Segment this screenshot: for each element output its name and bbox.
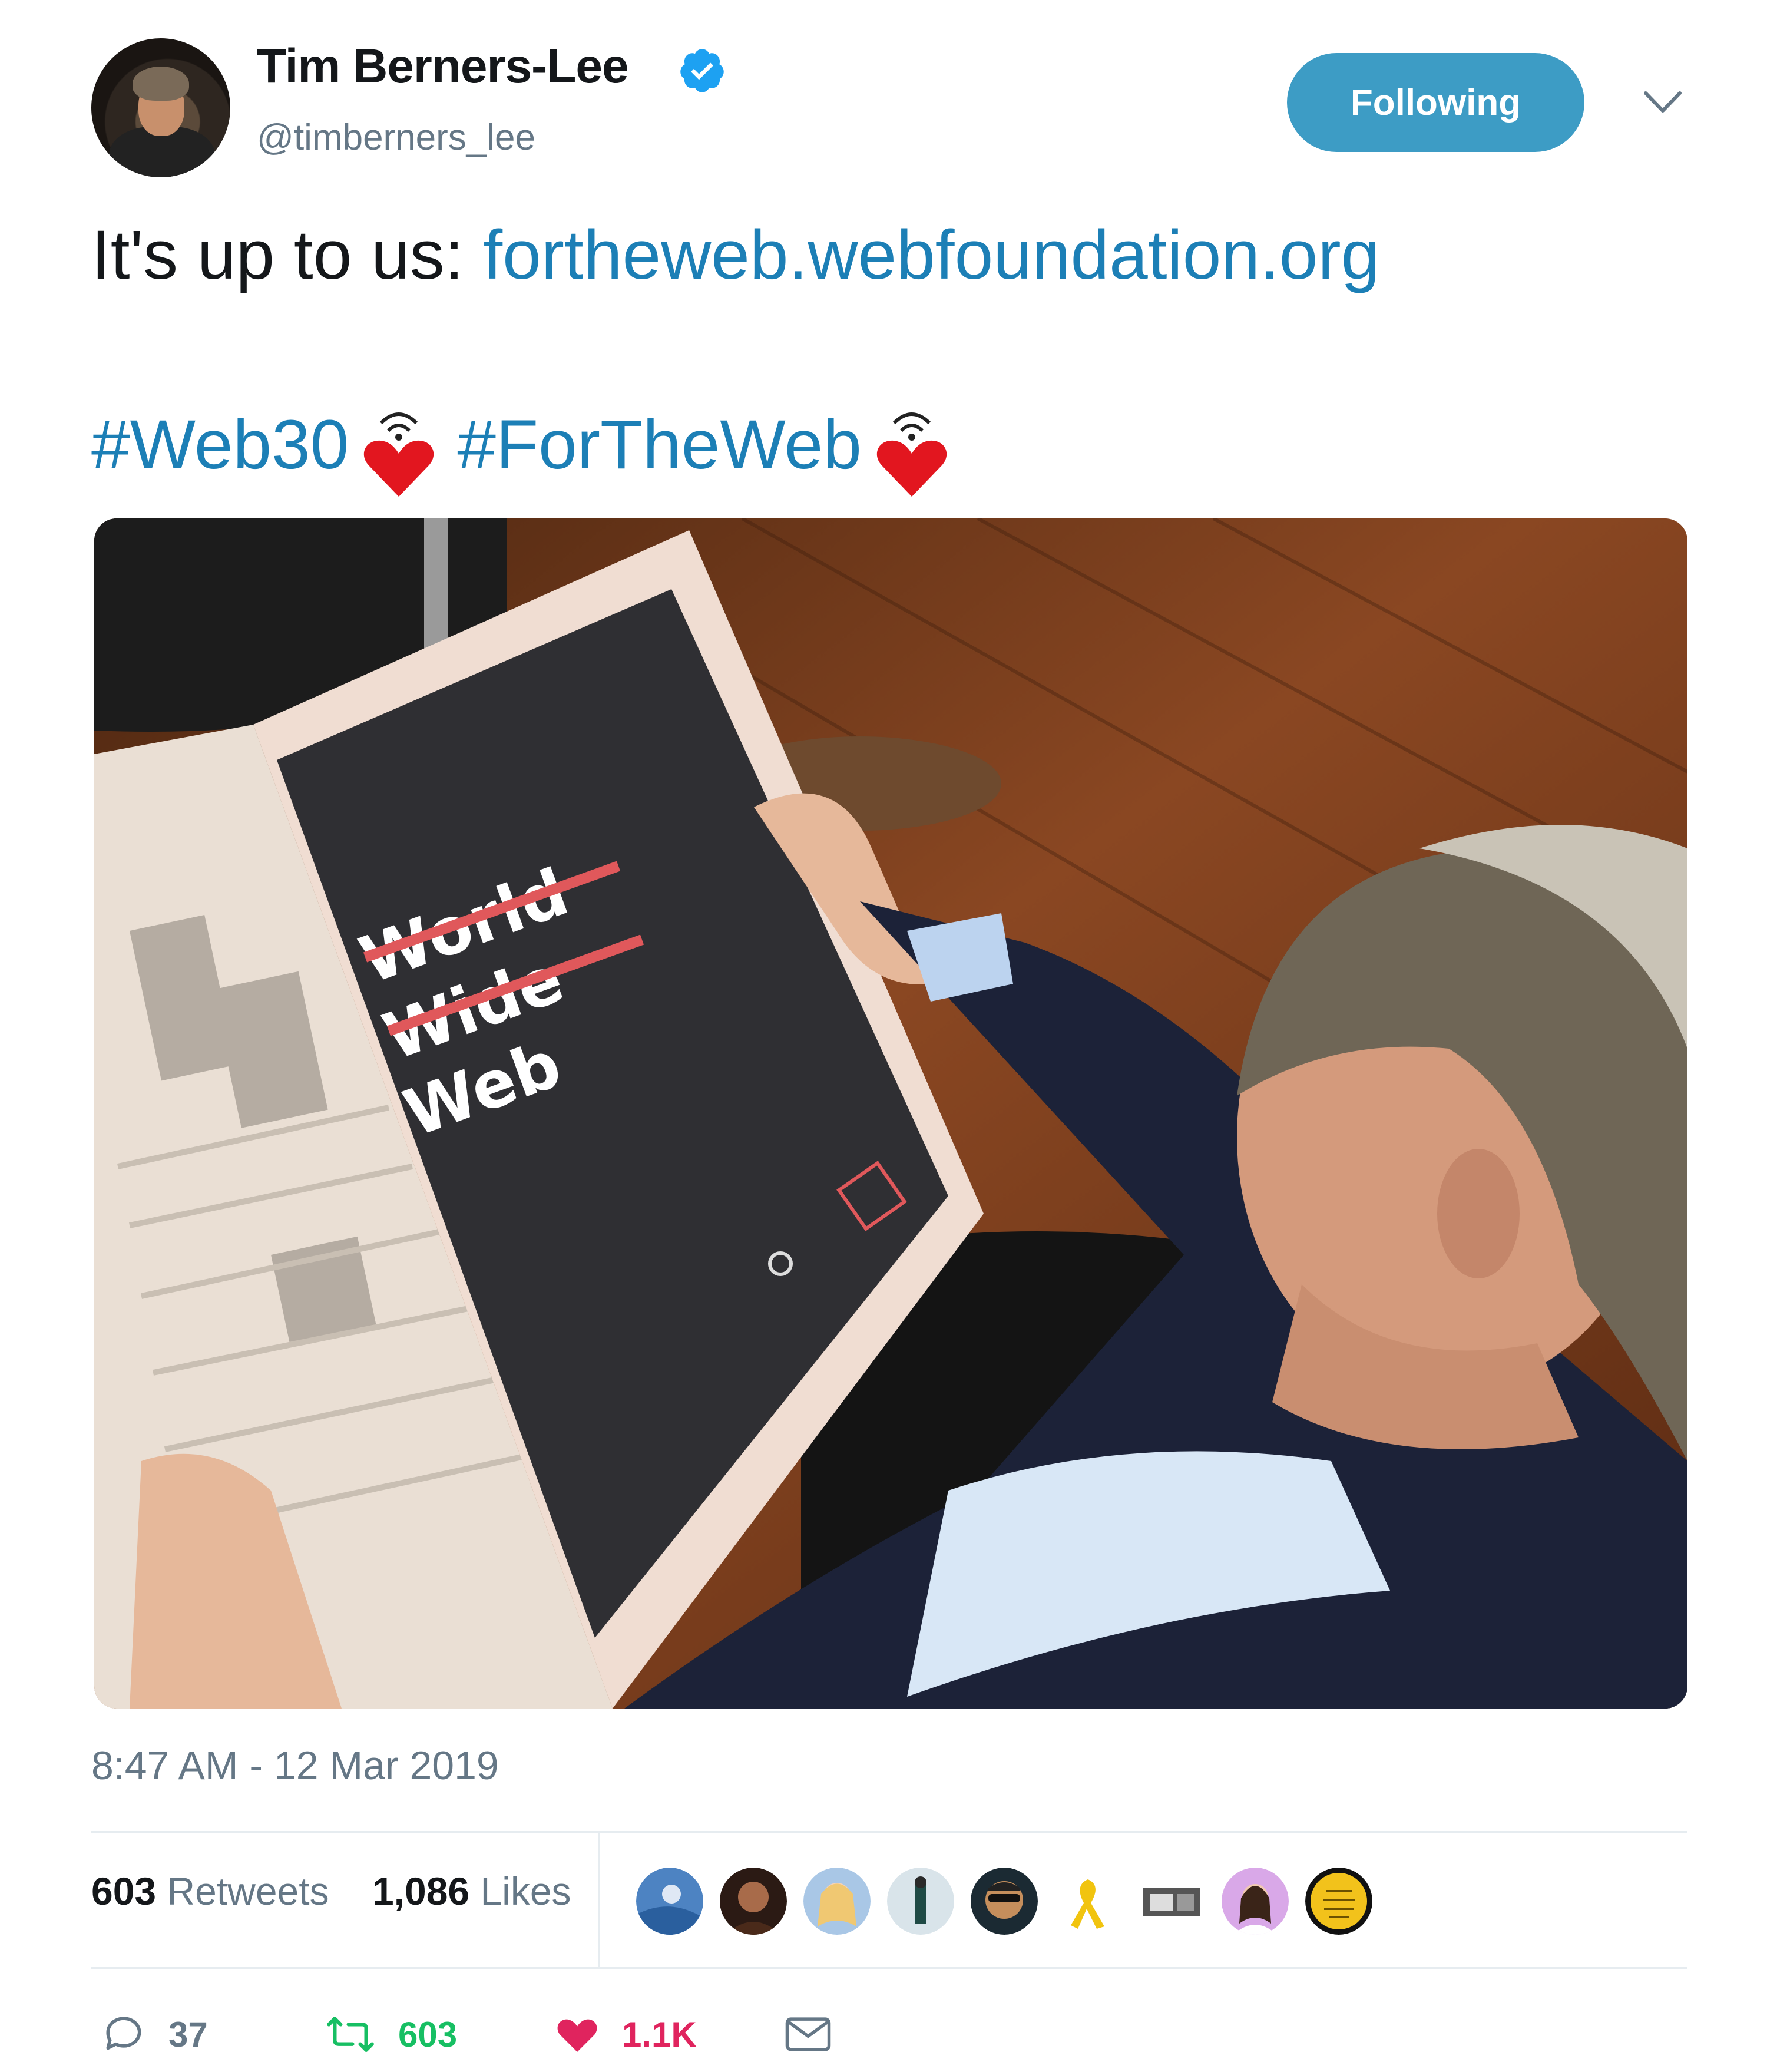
- heart-with-signal-emoji: [876, 412, 947, 497]
- liker-avatar[interactable]: [636, 1868, 703, 1935]
- liker-avatar[interactable]: [887, 1868, 954, 1935]
- liker-avatar[interactable]: [1138, 1868, 1205, 1935]
- message-action[interactable]: [783, 2002, 854, 2067]
- verified-badge-icon: [680, 49, 724, 92]
- liker-avatar[interactable]: [720, 1868, 787, 1935]
- tweet-text: It's up to us: fortheweb.webfoundation.o…: [91, 215, 1379, 295]
- heart-icon: [557, 2019, 597, 2052]
- retweets-count: 603: [91, 1869, 157, 1913]
- author-handle[interactable]: @timberners_lee: [257, 117, 535, 158]
- author-avatar[interactable]: [91, 38, 230, 177]
- following-button[interactable]: Following: [1287, 53, 1584, 152]
- tweet-text-prefix: It's up to us:: [91, 216, 464, 294]
- heart-with-signal-emoji: [364, 412, 434, 497]
- like-action[interactable]: 1.1K: [554, 2002, 697, 2067]
- retweet-action[interactable]: 603: [324, 2002, 457, 2067]
- author-display-name[interactable]: Tim Berners-Lee: [257, 39, 629, 94]
- engagement-stats: 603 Retweets 1,086 Likes: [91, 1869, 571, 1914]
- likes-label: Likes: [480, 1869, 571, 1913]
- envelope-icon: [785, 2017, 831, 2051]
- hashtag-web30[interactable]: #Web30: [91, 405, 349, 485]
- divider: [91, 1831, 1687, 1833]
- reply-action[interactable]: 37: [100, 2002, 208, 2067]
- retweets-label: Retweets: [167, 1869, 329, 1913]
- tweet-link[interactable]: fortheweb.webfoundation.org: [483, 216, 1379, 294]
- divider: [91, 1967, 1687, 1969]
- liker-avatar[interactable]: [1222, 1868, 1289, 1935]
- reply-icon: [106, 2017, 141, 2050]
- retweet-icon: [327, 2017, 374, 2052]
- chevron-down-icon[interactable]: [1642, 90, 1683, 115]
- hashtag-fortheweb[interactable]: #ForTheWeb: [457, 405, 861, 485]
- likers-avatars: [636, 1868, 1372, 1938]
- liker-avatar[interactable]: [803, 1868, 871, 1935]
- stats-divider: [598, 1832, 600, 1968]
- retweets-stat[interactable]: 603 Retweets: [91, 1869, 329, 1913]
- hashtag-line: #Web30 #ForTheWeb: [91, 395, 970, 497]
- tweet-photo[interactable]: World Wide Web: [94, 518, 1687, 1709]
- likes-count: 1,086: [372, 1869, 470, 1913]
- liker-avatar[interactable]: [971, 1868, 1038, 1935]
- ribbon-avatar[interactable]: [1054, 1868, 1121, 1935]
- like-count: 1.1K: [622, 2014, 697, 2054]
- retweet-count: 603: [398, 2014, 458, 2054]
- liker-avatar[interactable]: [1305, 1868, 1372, 1935]
- tweet-timestamp[interactable]: 8:47 AM - 12 Mar 2019: [91, 1743, 499, 1789]
- likes-stat[interactable]: 1,086 Likes: [372, 1869, 571, 1913]
- reply-count: 37: [168, 2014, 208, 2054]
